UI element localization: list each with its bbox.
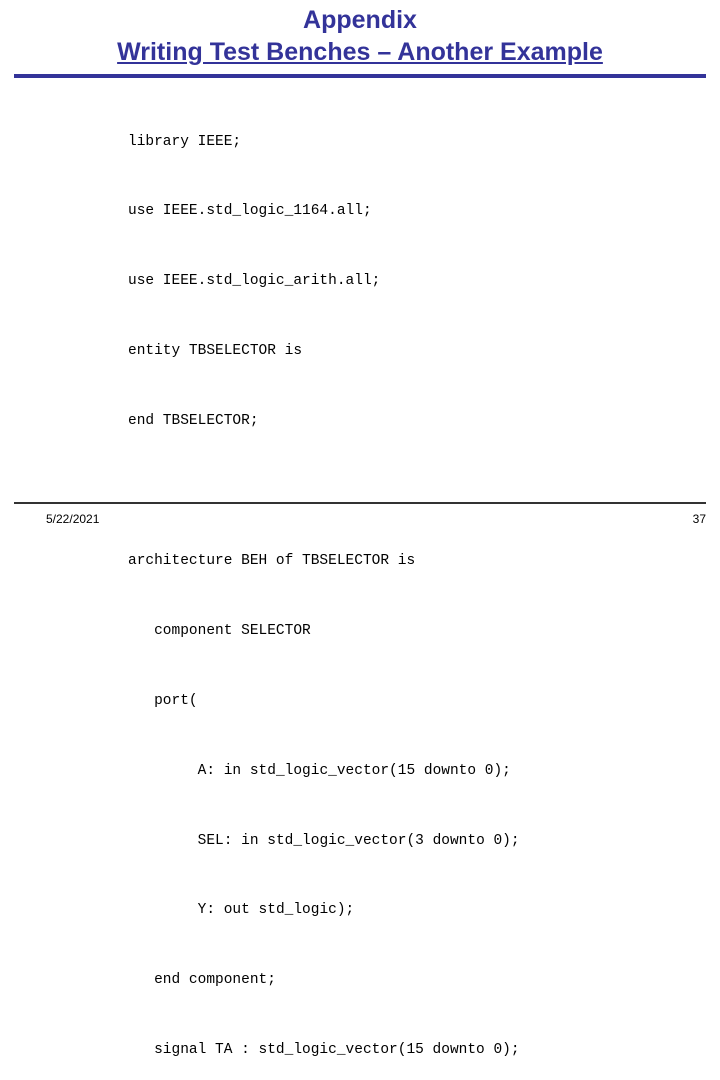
code-line: component SELECTOR <box>128 622 311 639</box>
code-listing: library IEEE; use IEEE.std_logic_1164.al… <box>128 84 688 1080</box>
code-line: signal TA : std_logic_vector(15 downto 0… <box>128 1042 520 1059</box>
footer-date: 5/22/2021 <box>46 512 100 526</box>
footer-divider <box>14 502 706 504</box>
code-line: end TBSELECTOR; <box>128 413 259 430</box>
code-line: library IEEE; <box>128 133 242 150</box>
code-line: Y: out std_logic); <box>128 902 355 919</box>
code-line: SEL: in std_logic_vector(3 downto 0); <box>128 832 520 849</box>
page-title: Appendix Writing Test Benches – Another … <box>0 4 720 68</box>
code-line: architecture BEH of TBSELECTOR is <box>128 552 416 569</box>
title-line-appendix: Appendix <box>303 6 417 34</box>
code-line: use IEEE.std_logic_arith.all; <box>128 273 381 290</box>
title-divider <box>14 74 706 78</box>
footer-page-number: 37 <box>692 512 706 526</box>
code-line: port( <box>128 692 198 709</box>
code-line: entity TBSELECTOR is <box>128 343 303 360</box>
code-line: end component; <box>128 972 276 989</box>
code-line: A: in std_logic_vector(15 downto 0); <box>128 762 511 779</box>
title-line-subject: Writing Test Benches – Another Example <box>117 38 603 66</box>
slide: Appendix Writing Test Benches – Another … <box>0 0 720 1058</box>
code-line: use IEEE.std_logic_1164.all; <box>128 203 372 220</box>
